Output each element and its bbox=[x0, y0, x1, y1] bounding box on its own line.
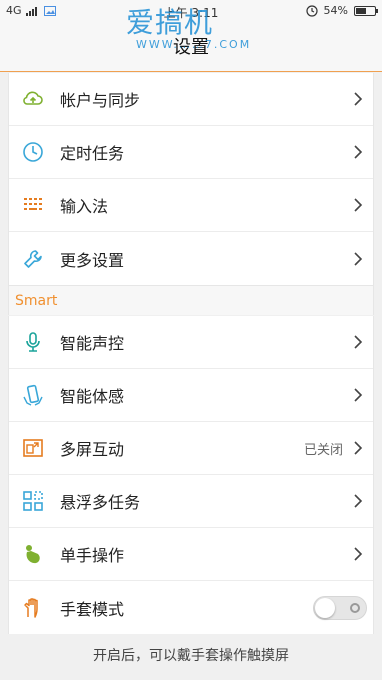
alarm-icon bbox=[305, 4, 318, 17]
chevron-right-icon bbox=[354, 441, 363, 455]
microphone-icon bbox=[21, 330, 45, 354]
multi-screen-label: 多屏互动 bbox=[60, 440, 125, 459]
keyboard-icon bbox=[21, 193, 45, 217]
glove-mode-toggle[interactable] bbox=[313, 595, 367, 620]
voice-control-label: 智能声控 bbox=[60, 334, 125, 353]
list-item-one-hand[interactable]: 单手操作 bbox=[9, 528, 373, 581]
phone-motion-icon bbox=[21, 383, 45, 407]
chevron-right-icon bbox=[354, 335, 363, 349]
list-item-more-settings[interactable]: 更多设置 bbox=[9, 232, 373, 285]
multi-screen-status: 已关闭 bbox=[303, 442, 343, 458]
one-hand-icon bbox=[21, 542, 45, 566]
battery-icon bbox=[354, 5, 378, 16]
glove-mode-label: 手套模式 bbox=[60, 599, 125, 619]
settings-group-general: 帐户与同步 定时任务 输入法 更多设置 bbox=[8, 73, 374, 285]
floating-multitask-label: 悬浮多任务 bbox=[60, 493, 141, 512]
toggle-knob bbox=[315, 597, 335, 618]
page-title: 设置 bbox=[173, 37, 209, 58]
wrench-icon bbox=[21, 247, 45, 271]
list-item-scheduled-tasks[interactable]: 定时任务 bbox=[9, 126, 373, 179]
list-item-account-sync[interactable]: 帐户与同步 bbox=[9, 73, 373, 126]
chevron-right-icon bbox=[354, 145, 363, 159]
list-item-input-method[interactable]: 输入法 bbox=[9, 179, 373, 232]
motion-sensing-label: 智能体感 bbox=[60, 387, 125, 406]
glove-mode-description: 开启后，可以戴手套操作触摸屏 bbox=[93, 648, 289, 664]
status-bar: 4G 上午 3:11 54% bbox=[0, 0, 382, 24]
chevron-right-icon bbox=[354, 92, 363, 106]
section-header-smart: Smart bbox=[8, 285, 374, 315]
list-item-multi-screen[interactable]: 多屏互动 已关闭 bbox=[9, 422, 373, 475]
one-hand-label: 单手操作 bbox=[60, 546, 125, 565]
chevron-right-icon bbox=[354, 547, 363, 561]
glove-icon bbox=[21, 596, 45, 620]
list-item-motion-sensing[interactable]: 智能体感 bbox=[9, 369, 373, 422]
status-right: 54% bbox=[305, 4, 378, 17]
more-settings-label: 更多设置 bbox=[60, 250, 125, 270]
list-item-glove-mode[interactable]: 手套模式 bbox=[9, 581, 373, 634]
input-method-label: 输入法 bbox=[60, 197, 109, 216]
battery-percent: 54% bbox=[323, 4, 348, 17]
cloud-sync-icon bbox=[21, 87, 45, 111]
title-bar: 设置 bbox=[0, 24, 382, 72]
floating-task-icon bbox=[21, 489, 45, 513]
account-sync-label: 帐户与同步 bbox=[60, 91, 141, 110]
chevron-right-icon bbox=[354, 198, 363, 212]
clock-icon bbox=[21, 140, 45, 164]
list-item-voice-control[interactable]: 智能声控 bbox=[9, 316, 373, 369]
chevron-right-icon bbox=[354, 251, 363, 266]
settings-group-smart: 智能声控 智能体感 多屏互动 已关闭 悬浮多任务 单手操作 手套模式 bbox=[8, 316, 374, 634]
chevron-right-icon bbox=[354, 494, 363, 508]
toggle-off-indicator bbox=[350, 602, 360, 613]
scheduled-tasks-label: 定时任务 bbox=[60, 144, 125, 163]
chevron-right-icon bbox=[354, 388, 363, 402]
multi-screen-icon bbox=[21, 436, 45, 460]
list-item-floating-multitask[interactable]: 悬浮多任务 bbox=[9, 475, 373, 528]
